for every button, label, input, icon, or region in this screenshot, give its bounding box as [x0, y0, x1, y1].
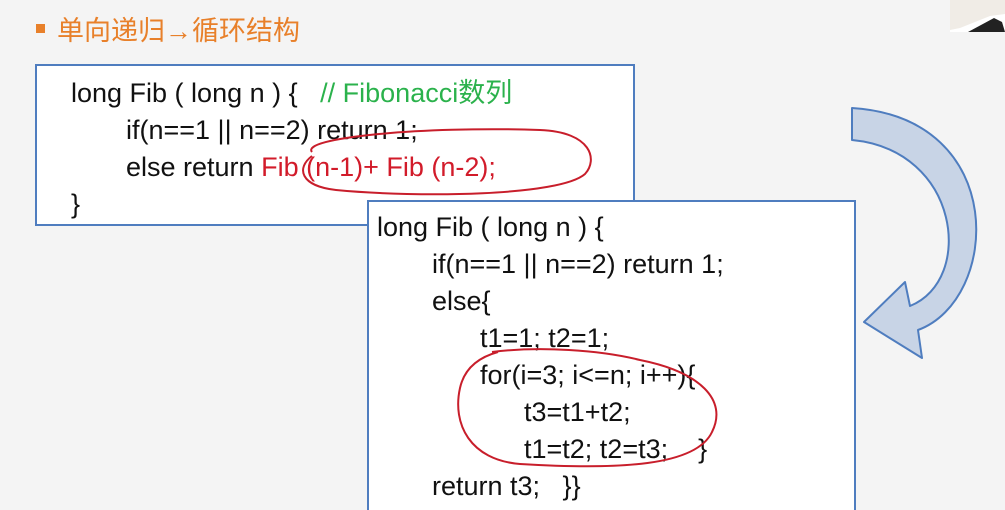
code-text: long Fib ( long n ) { [71, 78, 298, 108]
code-line: else return Fib (n-1)+ Fib (n-2); [37, 149, 633, 186]
slide-heading: 单向递归→循环结构 [36, 8, 300, 48]
code-line: else{ [432, 286, 491, 316]
slide-title: 单向递归→循环结构 [57, 15, 300, 46]
code-text: else return [126, 152, 262, 182]
bullet-square-icon [36, 23, 45, 33]
code-line: if(n==1 || n==2) return 1; [432, 249, 724, 279]
code-line: long Fib ( long n ) { [377, 212, 604, 242]
recursive-call-highlight: Fib (n-1)+ Fib (n-2); [261, 152, 496, 182]
code-line: long Fib ( long n ) { // Fibonacci数列 [37, 75, 633, 112]
webcam-thumbnail [950, 0, 1005, 32]
code-line: if(n==1 || n==2) return 1; [126, 115, 418, 145]
code-line: t3=t1+t2; [524, 397, 631, 427]
code-line: return t3; }} [432, 471, 581, 501]
curved-arrow-icon [851, 107, 978, 359]
code-line: t1=1; t2=1; [480, 323, 610, 353]
person-silhouette-icon [950, 0, 1005, 32]
code-line: t1=t2; t2=t3; } [524, 434, 708, 464]
code-comment: // Fibonacci数列 [320, 78, 513, 108]
loop-code-box: long Fib ( long n ) { if(n==1 || n==2) r… [367, 200, 856, 510]
code-line: for(i=3; i<=n; i++){ [480, 360, 696, 390]
